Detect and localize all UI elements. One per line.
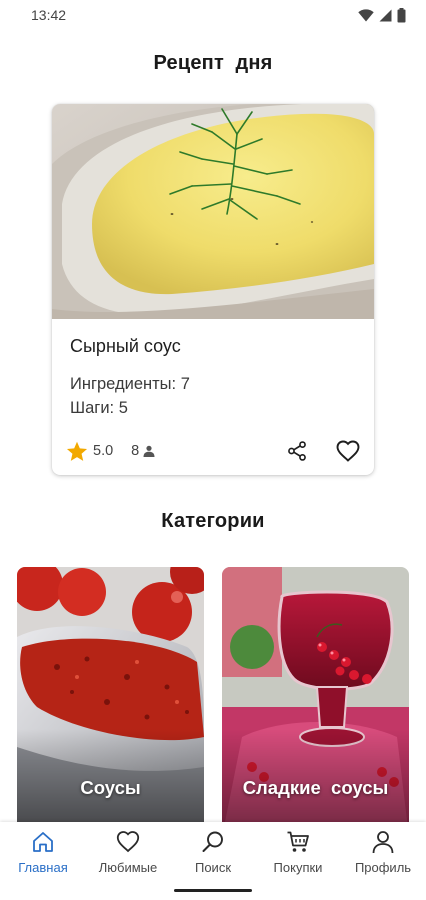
nav-item-shopping[interactable]: Покупки [255,830,341,878]
category-tile-sweet-sauces[interactable]: Сладкие соусы [222,567,409,837]
recipe-name: Сырный соус [70,336,181,356]
rating-value: 5.0 [93,443,114,459]
categories-title: Категории [161,510,265,532]
wifi-icon [358,8,374,21]
heart-icon [116,831,140,853]
recipe-steps: Шаги: 5 [70,399,128,417]
category-label-sweet-sauces: Сладкие соусы [242,777,389,798]
recipe-ingredients: Ингредиенты: 7 [70,375,190,393]
people-value: 8 [131,443,140,459]
nav-item-profile[interactable]: Профиль [340,830,426,878]
cart-icon [287,831,309,852]
status-bar: 13:42 [0,0,426,30]
home-icon [33,832,53,852]
card-actions [286,440,360,462]
nav-label-search: Поиск [194,860,232,875]
recipe-photo [52,104,374,319]
people-count: 8 [131,443,155,459]
category-tile-sauces[interactable]: Соусы [17,567,204,837]
nav-label-profile: Профиль [354,860,412,875]
signal-icon [379,9,392,21]
home-indicator[interactable] [174,889,252,892]
status-time: 13:42 [31,7,67,23]
recipe-card-footer: 5.0 8 [66,438,360,464]
category-label-sauces: Соусы [80,777,141,798]
battery-icon [397,7,406,22]
recipe-card[interactable]: Сырный соус Ингредиенты: 7 Шаги: 5 5.0 8 [52,104,374,475]
nav-label-shopping: Покупки [273,860,323,875]
star-icon [66,441,88,461]
nav-label-home: Главная [18,860,68,875]
rating: 5.0 [66,441,113,462]
status-icons [358,7,406,23]
favorite-heart-icon[interactable] [336,440,360,462]
nav-item-home[interactable]: Главная [0,830,86,878]
person-small-icon [143,445,155,457]
nav-item-favorites[interactable]: Любимые [85,830,171,878]
nav-label-favorites: Любимые [98,860,158,875]
recipe-of-day-title: Рецепт дня [153,52,273,74]
nav-item-search[interactable]: Поиск [170,830,256,878]
share-icon[interactable] [286,440,308,462]
person-icon [372,831,394,854]
search-icon [202,831,223,852]
